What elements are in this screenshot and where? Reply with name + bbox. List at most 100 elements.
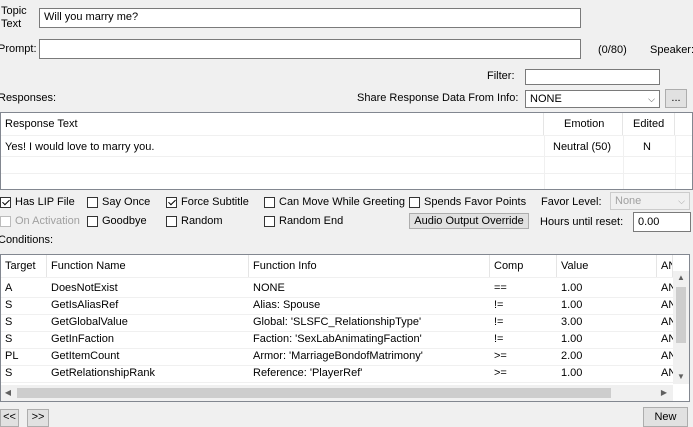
hours-until-reset-label: Hours until reset: — [540, 216, 624, 228]
vertical-scroll-thumb[interactable] — [676, 287, 686, 343]
emotion-header[interactable]: Emotion — [544, 113, 623, 135]
comp-cell: >= — [494, 350, 507, 362]
can-move-while-greeting-checkbox[interactable]: Can Move While Greeting — [264, 195, 405, 209]
topic-text-input[interactable]: Will you marry me? — [39, 8, 581, 28]
value-cell: 1.00 — [561, 282, 583, 294]
scroll-up-icon[interactable]: ▲ — [673, 271, 689, 285]
prompt-input[interactable] — [39, 39, 581, 59]
speaker-label: Speaker: — [650, 44, 693, 56]
spends-favor-points-checkbox[interactable]: Spends Favor Points — [409, 195, 526, 209]
value-header[interactable]: Value — [557, 255, 657, 277]
value-cell: 3.00 — [561, 316, 583, 328]
has-lip-file-label: Has LIP File — [15, 196, 75, 208]
conditions-label: Conditions: — [0, 234, 54, 246]
share-response-label: Share Response Data From Info: — [357, 92, 519, 104]
scroll-left-icon[interactable]: ◀ — [1, 385, 15, 401]
and-or-header[interactable]: AN — [657, 255, 673, 277]
function-name-cell: GetItemCount — [51, 350, 120, 362]
chevron-down-icon: ⌵ — [648, 94, 655, 104]
checkbox-unchecked-icon — [87, 196, 98, 208]
prompt-label: Prompt: — [0, 43, 37, 55]
goodbye-checkbox[interactable]: Goodbye — [87, 214, 147, 228]
share-response-select[interactable]: NONE ⌵ — [525, 90, 660, 108]
checkbox-unchecked-icon — [264, 215, 275, 227]
hours-until-reset-input[interactable]: 0.00 — [633, 212, 691, 232]
responses-table[interactable]: Response Text Emotion Edited Yes! I woul… — [0, 112, 693, 190]
function-name-cell: GetRelationshipRank — [51, 367, 155, 379]
checkbox-unchecked-icon — [0, 215, 11, 227]
filter-label: Filter: — [487, 70, 515, 82]
checkbox-checked-icon — [0, 196, 11, 208]
function-info-cell: Alias: Spouse — [253, 299, 321, 311]
function-info-cell: Global: 'SLSFC_RelationshipType' — [253, 316, 422, 328]
function-info-cell: Faction: 'SexLabAnimatingFaction' — [253, 333, 422, 345]
response-text-header[interactable]: Response Text — [1, 113, 544, 135]
random-end-checkbox[interactable]: Random End — [264, 214, 343, 228]
target-cell: S — [5, 333, 13, 345]
has-lip-file-checkbox[interactable]: Has LIP File — [0, 195, 75, 209]
comp-cell: != — [494, 316, 504, 328]
edited-header[interactable]: Edited — [623, 113, 675, 135]
topic-text-label: Topic Text — [1, 5, 27, 30]
function-name-cell: GetInFaction — [51, 333, 114, 345]
function-info-cell: Reference: 'PlayerRef' — [253, 367, 363, 379]
function-info-cell: Armor: 'MarriageBondofMatrimony' — [253, 350, 423, 362]
on-activation-label: On Activation — [15, 215, 80, 227]
vertical-scrollbar[interactable]: ▲ ▼ — [673, 271, 689, 384]
target-cell: S — [5, 299, 13, 311]
function-info-header[interactable]: Function Info — [249, 255, 490, 277]
function-name-cell: DoesNotExist — [51, 282, 118, 294]
prompt-char-count: (0/80) — [598, 44, 627, 56]
force-subtitle-checkbox[interactable]: Force Subtitle — [166, 195, 249, 209]
random-end-label: Random End — [279, 215, 344, 227]
scroll-right-icon[interactable]: ▶ — [657, 385, 671, 401]
comp-header[interactable]: Comp — [490, 255, 557, 277]
spends-favor-points-label: Spends Favor Points — [424, 196, 527, 208]
target-cell: S — [5, 367, 13, 379]
scroll-down-icon[interactable]: ▼ — [673, 370, 689, 384]
say-once-label: Say Once — [102, 196, 151, 208]
value-cell: 1.00 — [561, 367, 583, 379]
force-subtitle-label: Force Subtitle — [181, 196, 249, 208]
emotion-cell: Neutral (50) — [553, 141, 612, 153]
favor-level-select[interactable]: None ⌵ — [610, 192, 690, 210]
function-name-header[interactable]: Function Name — [47, 255, 249, 277]
checkbox-unchecked-icon — [166, 215, 177, 227]
audio-output-override-button[interactable]: Audio Output Override — [409, 213, 529, 229]
share-response-value: NONE — [530, 93, 562, 105]
checkbox-unchecked-icon — [264, 196, 275, 208]
random-label: Random — [181, 215, 223, 227]
random-checkbox[interactable]: Random — [166, 214, 223, 228]
on-activation-checkbox[interactable]: On Activation — [0, 214, 80, 228]
favor-level-value: None — [615, 195, 642, 207]
chevron-down-icon: ⌵ — [678, 196, 685, 206]
checkbox-unchecked-icon — [409, 196, 420, 208]
edited-cell: N — [643, 141, 651, 153]
target-cell: S — [5, 316, 13, 328]
say-once-checkbox[interactable]: Say Once — [87, 195, 150, 209]
next-button[interactable]: >> — [27, 409, 49, 427]
function-info-cell: NONE — [253, 282, 285, 294]
function-name-cell: GetIsAliasRef — [51, 299, 119, 311]
target-header[interactable]: Target — [1, 255, 47, 277]
target-cell: A — [5, 282, 13, 294]
new-button[interactable]: New — [643, 407, 688, 427]
value-cell: 2.00 — [561, 350, 583, 362]
comp-cell: != — [494, 333, 504, 345]
value-cell: 1.00 — [561, 299, 583, 311]
horizontal-scrollbar[interactable]: ◀ ▶ — [1, 385, 673, 401]
goodbye-label: Goodbye — [102, 215, 147, 227]
can-move-while-greeting-label: Can Move While Greeting — [279, 196, 405, 208]
function-name-cell: GetGlobalValue — [51, 316, 128, 328]
conditions-table[interactable]: Target Function Name Function Info Comp … — [0, 254, 690, 402]
horizontal-scroll-thumb[interactable] — [17, 388, 611, 398]
comp-cell: == — [494, 282, 507, 294]
filter-input[interactable] — [525, 69, 660, 85]
favor-level-label: Favor Level: — [541, 196, 602, 208]
previous-button[interactable]: << — [0, 409, 19, 427]
comp-cell: != — [494, 299, 504, 311]
comp-cell: >= — [494, 367, 507, 379]
value-cell: 1.00 — [561, 333, 583, 345]
response-text-cell: Yes! I would love to marry you. — [5, 141, 155, 153]
share-response-browse-button[interactable]: ... — [665, 89, 687, 108]
